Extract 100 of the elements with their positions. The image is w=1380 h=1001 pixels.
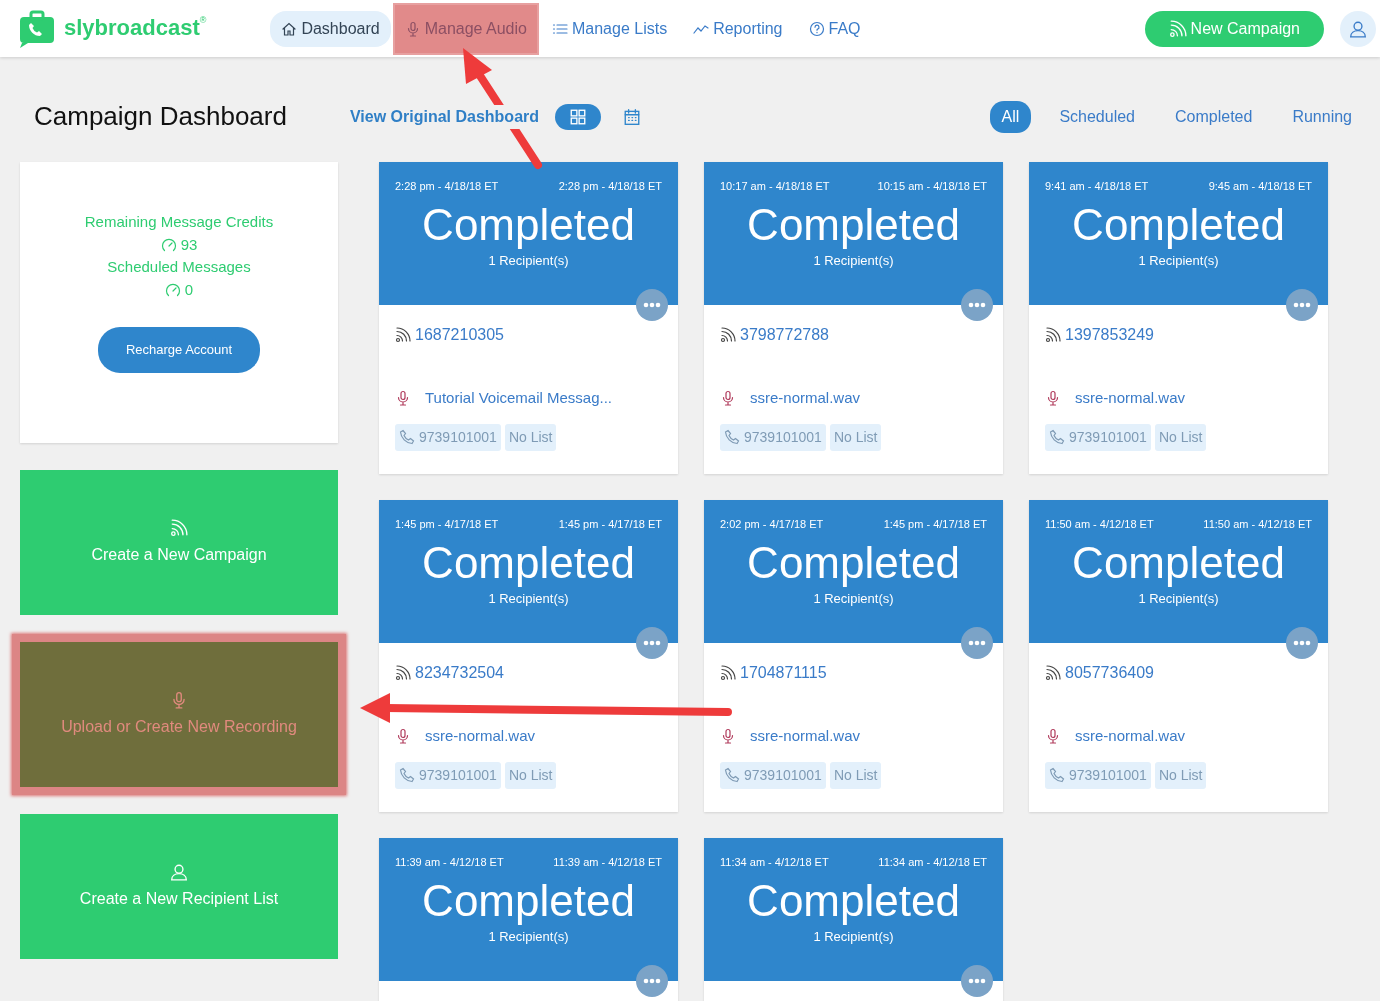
recharge-button[interactable]: Recharge Account xyxy=(97,327,261,373)
recipient-count: 1 Recipient(s) xyxy=(487,928,570,947)
nav-link[interactable]: FAQ xyxy=(797,10,872,47)
phone-icon xyxy=(724,429,740,445)
end-time: 11:34 am - 4/12/18 ET xyxy=(878,855,987,870)
campaign-card[interactable]: 11:39 am - 4/12/18 ET 11:39 am - 4/12/18 ET Completed 1 Recipient(s) xyxy=(379,838,678,1001)
campaign-card[interactable]: 11:50 am - 4/12/18 ET 11:50 am - 4/12/18 ET Completed 1 Recipient(s) 8057736409 ssre-normal.wav 9739101001 No List xyxy=(1029,500,1328,812)
scheduled-value: 0 xyxy=(184,279,194,300)
campaign-status: Completed xyxy=(746,536,961,589)
credits-value: 93 xyxy=(180,234,198,255)
more-options-button[interactable] xyxy=(1286,289,1318,321)
more-options-button[interactable] xyxy=(636,965,668,997)
more-options-button[interactable] xyxy=(636,627,668,659)
list-chip: No List xyxy=(504,761,557,789)
filter-tab[interactable]: Running xyxy=(1280,100,1364,133)
more-icon xyxy=(1293,302,1311,308)
filter-tab[interactable]: Completed xyxy=(1163,100,1265,133)
more-options-button[interactable] xyxy=(961,965,993,997)
recording-name[interactable]: ssre-normal.wav xyxy=(1075,725,1186,748)
user-icon xyxy=(1349,19,1367,38)
campaign-status: Completed xyxy=(746,874,961,927)
caller-id-chip: 9739101001 xyxy=(395,423,501,451)
list-chip: No List xyxy=(829,761,882,789)
campaign-card[interactable]: 11:34 am - 4/12/18 ET 11:34 am - 4/12/18 ET Completed 1 Recipient(s) xyxy=(704,838,1003,1001)
signal-waves-icon xyxy=(395,665,411,681)
nav-link[interactable]: Manage Audio xyxy=(394,4,537,53)
start-time: 11:34 am - 4/12/18 ET xyxy=(720,855,829,870)
view-toggle[interactable] xyxy=(555,103,602,130)
grid-icon xyxy=(569,107,588,126)
recording-name[interactable]: ssre-normal.wav xyxy=(1075,387,1186,410)
recipient-count: 1 Recipient(s) xyxy=(487,252,570,271)
signal-waves-icon xyxy=(170,518,188,537)
nav-link[interactable]: Dashboard xyxy=(270,10,391,47)
end-time: 11:50 am - 4/12/18 ET xyxy=(1203,517,1312,532)
caller-id-chip: 9739101001 xyxy=(1045,423,1151,451)
start-time: 9:41 am - 4/18/18 ET xyxy=(1045,179,1149,194)
campaign-number[interactable]: 8057736409 xyxy=(1065,661,1154,685)
microphone-icon xyxy=(720,728,736,745)
recipient-count: 1 Recipient(s) xyxy=(1137,590,1220,609)
view-original-link[interactable]: View Original Dashboard xyxy=(349,104,540,129)
start-time: 10:17 am - 4/18/18 ET xyxy=(720,179,830,194)
recording-name[interactable]: ssre-normal.wav xyxy=(750,725,861,748)
recording-name[interactable]: ssre-normal.wav xyxy=(425,725,536,748)
phone-icon xyxy=(399,429,415,445)
campaign-number[interactable]: 1687210305 xyxy=(415,323,504,347)
caller-id-chip: 9739101001 xyxy=(720,761,826,789)
more-icon xyxy=(643,640,661,646)
logo-icon xyxy=(18,9,56,48)
recipient-count: 1 Recipient(s) xyxy=(812,252,895,271)
start-time: 11:39 am - 4/12/18 ET xyxy=(395,855,504,870)
end-time: 2:28 pm - 4/18/18 ET xyxy=(558,179,662,194)
recipient-count: 1 Recipient(s) xyxy=(812,590,895,609)
more-icon xyxy=(1293,640,1311,646)
campaign-status: Completed xyxy=(1071,198,1286,251)
gauge-icon xyxy=(160,236,177,253)
end-time: 1:45 pm - 4/17/18 ET xyxy=(558,517,662,532)
campaign-status: Completed xyxy=(746,198,961,251)
campaign-status: Completed xyxy=(421,198,636,251)
campaign-number[interactable]: 1397853249 xyxy=(1065,323,1154,347)
signal-waves-icon xyxy=(1045,327,1061,343)
campaign-status: Completed xyxy=(421,874,636,927)
recipient-count: 1 Recipient(s) xyxy=(487,590,570,609)
signal-waves-icon xyxy=(1045,665,1061,681)
nav-link[interactable]: Reporting xyxy=(682,10,794,47)
recording-name[interactable]: ssre-normal.wav xyxy=(750,387,861,410)
campaign-status: Completed xyxy=(421,536,636,589)
campaign-card[interactable]: 1:45 pm - 4/17/18 ET 1:45 pm - 4/17/18 ET Completed 1 Recipient(s) 8234732504 ssre-normal.wav 9739101001 No List xyxy=(379,500,678,812)
campaign-card[interactable]: 9:41 am - 4/18/18 ET 9:45 am - 4/18/18 ET Completed 1 Recipient(s) 1397853249 ssre-normal.wav 9739101001 No List xyxy=(1029,162,1328,474)
more-icon xyxy=(968,978,986,984)
signal-waves-icon xyxy=(720,665,736,681)
campaign-card[interactable]: 10:17 am - 4/18/18 ET 10:15 am - 4/18/18 ET Completed 1 Recipient(s) 3798772788 ssre-normal.wav 9739101001 No List xyxy=(704,162,1003,474)
caller-id-chip: 9739101001 xyxy=(720,423,826,451)
list-chip: No List xyxy=(1154,423,1207,451)
filter-tab[interactable]: Scheduled xyxy=(1047,100,1147,133)
signal-waves-icon xyxy=(395,327,411,343)
signal-waves-icon xyxy=(720,327,736,343)
more-icon xyxy=(643,978,661,984)
recording-name[interactable]: Tutorial Voicemail Messag... xyxy=(425,387,613,410)
home-icon xyxy=(281,20,298,37)
more-options-button[interactable] xyxy=(961,289,993,321)
credits-label: Remaining Message Credits xyxy=(84,212,274,232)
signal-waves-icon xyxy=(1168,19,1187,38)
user-avatar[interactable] xyxy=(1340,10,1376,47)
campaign-status: Completed xyxy=(1071,536,1286,589)
campaign-number[interactable]: 8234732504 xyxy=(415,661,504,685)
filter-tab[interactable]: All xyxy=(989,100,1032,133)
nav-link[interactable]: Manage Lists xyxy=(540,10,679,47)
recipient-count: 1 Recipient(s) xyxy=(812,928,895,947)
end-time: 9:45 am - 4/18/18 ET xyxy=(1208,179,1312,194)
campaign-card[interactable]: 2:02 pm - 4/17/18 ET 1:45 pm - 4/17/18 ET Completed 1 Recipient(s) 1704871115 ssre-normal.wav 9739101001 No List xyxy=(704,500,1003,812)
microphone-icon xyxy=(1045,728,1061,745)
more-options-button[interactable] xyxy=(1286,627,1318,659)
microphone-icon xyxy=(720,390,736,407)
campaign-number[interactable]: 1704871115 xyxy=(740,661,827,685)
more-options-button[interactable] xyxy=(636,289,668,321)
more-options-button[interactable] xyxy=(961,627,993,659)
campaign-card[interactable]: 2:28 pm - 4/18/18 ET 2:28 pm - 4/18/18 ET Completed 1 Recipient(s) 1687210305 Tutorial Voicemail Messag... 9739101001 No List xyxy=(379,162,678,474)
phone-icon xyxy=(1049,767,1065,783)
campaign-number[interactable]: 3798772788 xyxy=(740,323,829,347)
tile-label: Create a New Recipient List xyxy=(79,888,279,909)
